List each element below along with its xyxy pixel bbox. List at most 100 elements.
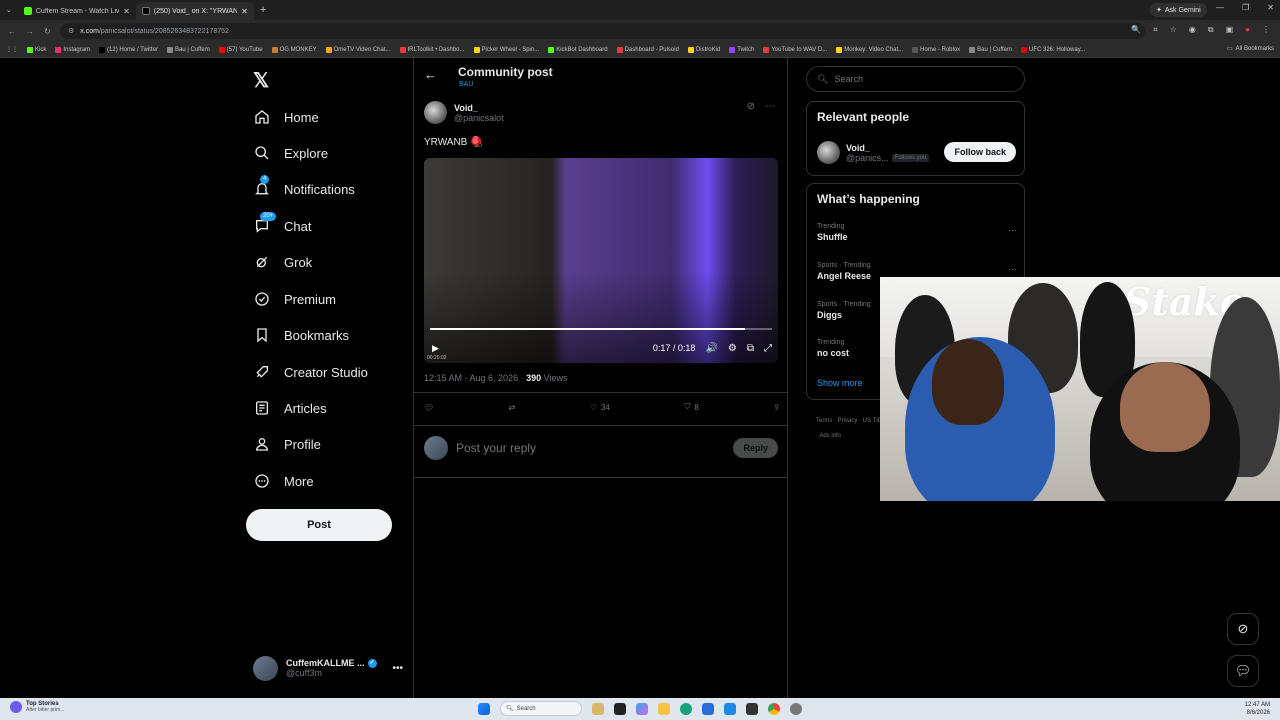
translate-icon[interactable]: ⌗ [1153,25,1158,35]
grok-fab-button[interactable]: ⊘ [1227,613,1259,645]
nav-bookmarks[interactable]: Bookmarks [254,325,349,345]
close-tab-icon[interactable]: ✕ [241,7,248,16]
profile-avatar-icon[interactable]: ● [1245,25,1250,35]
nav-articles[interactable]: Articles [254,398,327,418]
bookmark-item[interactable]: Kick [27,46,46,53]
back-arrow-icon[interactable]: ← [424,67,437,82]
tab-kick[interactable]: Cuffem Stream - Watch Live on ✕ [18,2,136,20]
repost-button[interactable]: ⇄ [509,403,516,412]
nav-home[interactable]: Home [254,107,319,127]
taskbar-clock[interactable]: 12:47 AM 8/6/2026 [1245,701,1270,717]
post-button[interactable]: Post [246,509,392,541]
bookmark-item[interactable]: KickBot Dashboard [548,46,608,53]
video-player[interactable]: ▶ 0:17 / 0:18 🔊 ⚙ ⧉ ⤢ 00:20:02 [424,158,778,363]
menu-icon[interactable]: ⋮ [1262,25,1270,35]
bookmark-item[interactable]: OmeTV Video Chat... [325,46,391,53]
bookmark-item[interactable]: Bau | Cuffem [166,46,210,53]
more-icon[interactable]: ⋯ [765,101,775,112]
bookmark-item[interactable]: IRLToolkit • Dashbo... [399,46,465,53]
app-icon[interactable] [746,702,758,715]
nav-more[interactable]: More [254,471,314,491]
account-switcher[interactable]: CuffemKALLME ... ✓ @cuff3m ••• [253,655,403,681]
reply-submit-button[interactable]: Reply [733,438,778,458]
site-info-icon[interactable]: ⚙ [68,27,74,35]
bookmark-item[interactable]: Twitch [729,46,754,53]
store-icon[interactable] [702,702,714,715]
ask-gemini-button[interactable]: ✦ Ask Gemini [1150,3,1207,17]
nav-explore[interactable]: Explore [254,143,328,163]
relevant-user[interactable]: Void_ @panics... Follows you [817,141,930,164]
bookmark-button[interactable]: ⛉ 8 [684,402,698,412]
file-explorer-icon[interactable] [658,702,670,715]
bookmark-item[interactable]: Dashboard - Pulsoid [616,46,679,53]
chrome-icon[interactable] [768,702,780,715]
widget-icon[interactable] [592,702,604,715]
nav-chat[interactable]: 20+ Chat [254,212,311,236]
grok-icon[interactable]: ⊘ [747,101,755,112]
nav-profile[interactable]: Profile [254,434,321,454]
bookmark-item[interactable]: (12) Home / Twitter [99,46,158,53]
zoom-icon[interactable]: 🔍 [1131,25,1141,35]
avatar[interactable] [424,101,447,124]
back-icon[interactable]: ← [8,27,16,36]
copilot-icon[interactable] [636,702,648,715]
pip-icon[interactable]: ⧉ [747,343,754,354]
author-name[interactable]: Void_ [454,103,504,113]
task-view-icon[interactable] [614,702,626,715]
reload-icon[interactable]: ↻ [44,27,51,36]
search-input[interactable]: 🔍︎ Search [806,66,1025,92]
follow-back-button[interactable]: Follow back [944,142,1016,162]
mail-icon[interactable] [724,702,736,715]
bookmark-item[interactable]: OG MONKEY [271,46,317,53]
settings-icon[interactable] [790,702,802,715]
messages-fab-button[interactable]: 💬︎ [1227,655,1259,687]
bookmark-item[interactable]: Home - Roblox [912,46,960,53]
community-name[interactable]: BAU [459,81,473,88]
restore-icon[interactable]: ❐ [1242,3,1249,12]
more-icon[interactable]: ⋯ [1008,264,1017,275]
nav-premium[interactable]: Premium [254,289,336,309]
all-bookmarks-button[interactable]: ▭ All Bookmarks [1218,45,1274,52]
author-handle[interactable]: @panicsalot [454,113,504,123]
trend-item[interactable]: Trending Shuffle ⋯ [817,223,1017,242]
extensions-puzzle-icon[interactable]: ⧉ [1208,25,1214,35]
windows-start-icon[interactable] [478,702,490,715]
tab-x-post[interactable]: (250) Void_ on X: "YRWANB ✕ [135,2,254,20]
reply-button[interactable]: 💬︎ [424,403,434,412]
volume-icon[interactable]: 🔊 [705,343,717,354]
bookmark-item[interactable]: YouTube to WAV D... [763,46,827,53]
new-tab-icon[interactable]: + [254,4,272,16]
user-name[interactable]: Void_ [846,143,929,153]
apps-icon[interactable]: ⋮⋮ [6,46,18,53]
nav-notifications[interactable]: 4 Notifications [254,175,355,199]
bookmark-item[interactable]: Instagram [55,46,90,53]
close-tab-icon[interactable]: ✕ [123,7,130,16]
forward-icon[interactable]: → [26,27,34,36]
taskbar-search[interactable]: 🔍︎ Search [500,701,582,716]
x-logo-icon[interactable]: 𝕏 [253,68,269,93]
post-author[interactable]: Void_ @panicsalot [424,101,504,124]
split-icon[interactable]: ▣ [1226,25,1234,35]
nav-grok[interactable]: Grok [254,252,312,272]
show-more-link[interactable]: Show more [817,378,863,388]
bookmark-item[interactable]: UFC 326: Holloway... [1020,46,1085,53]
star-icon[interactable]: ☆ [1170,25,1177,35]
play-icon[interactable]: ▶ [432,343,439,354]
reply-input[interactable] [456,441,726,455]
close-window-icon[interactable]: ✕ [1267,3,1274,12]
extension-icon[interactable]: ◉ [1189,25,1196,35]
bookmark-item[interactable]: DistroKid [687,46,720,53]
bookmark-item[interactable]: Bau | Cuffem [969,46,1012,53]
like-button[interactable]: ♡ 34 [590,403,610,412]
share-button[interactable]: ⇪ [773,403,780,412]
news-widget[interactable]: Top Stories After bitter prim... [10,701,64,713]
minimize-icon[interactable]: — [1216,3,1224,12]
url-input[interactable]: ⚙ x.com/panicsalot/status/20852634837221… [60,23,1145,39]
more-icon[interactable]: ••• [392,663,403,674]
settings-icon[interactable]: ⚙ [728,343,737,354]
bookmark-item[interactable]: Picker Wheel - Spin... [473,46,539,53]
edge-icon[interactable] [680,702,692,715]
fullscreen-icon[interactable]: ⤢ [764,343,772,354]
tab-search-icon[interactable]: ⌄ [0,6,18,14]
video-progress-bar[interactable] [430,328,772,330]
